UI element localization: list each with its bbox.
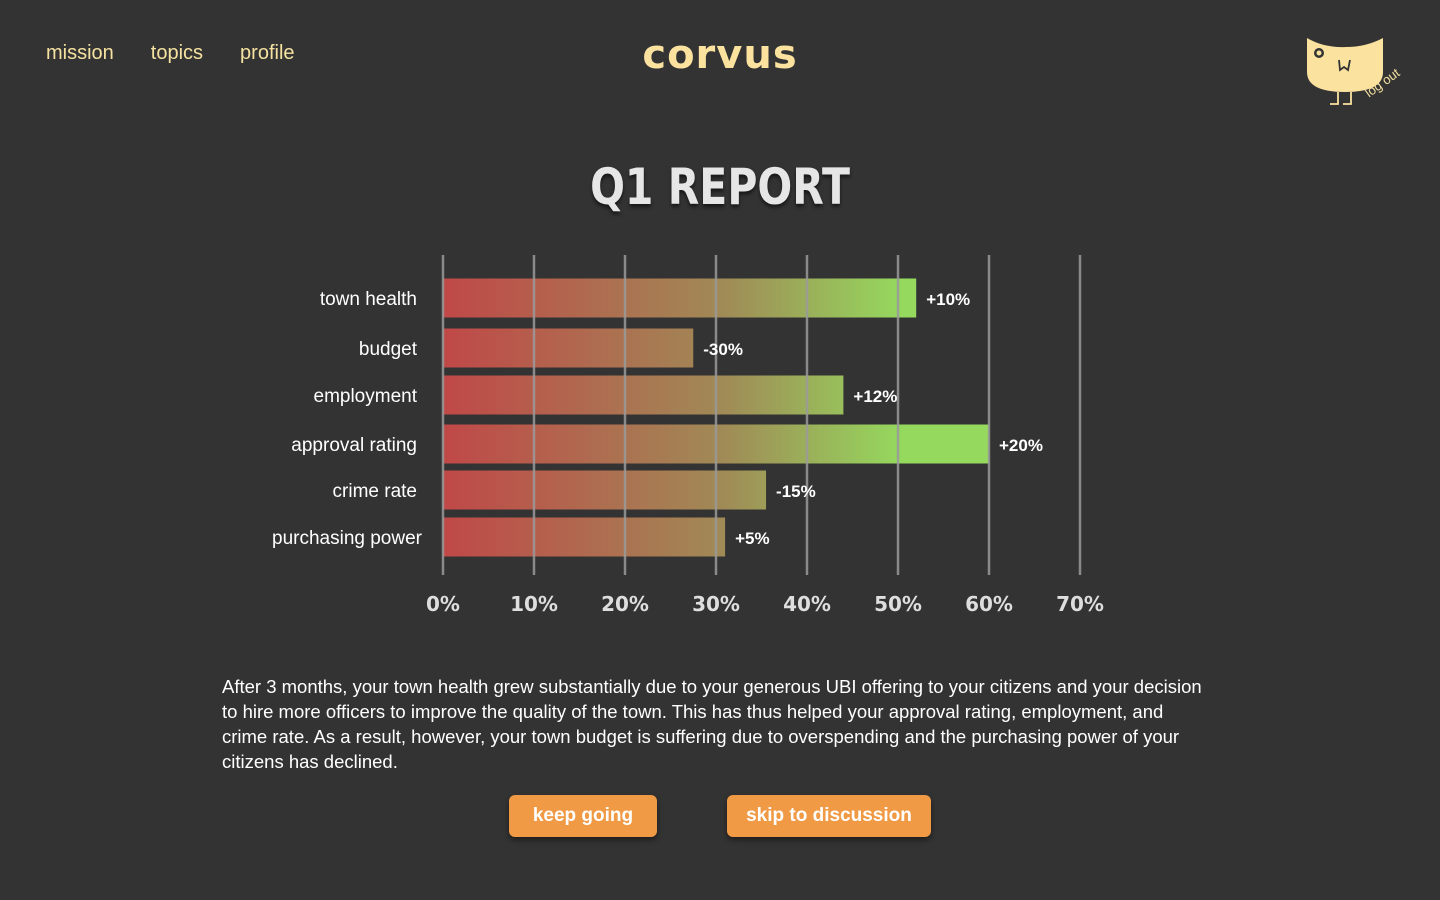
skip-to-discussion-button[interactable]: skip to discussion xyxy=(727,795,931,837)
data-label: +12% xyxy=(853,387,897,406)
data-label: -15% xyxy=(776,482,816,501)
category-label: employment xyxy=(314,386,418,407)
data-label: -30% xyxy=(703,340,743,359)
category-label: town health xyxy=(320,289,417,310)
bar xyxy=(443,470,767,510)
keep-going-button[interactable]: keep going xyxy=(509,795,657,837)
crow-mascot-icon[interactable] xyxy=(1300,34,1420,124)
x-tick-label: 0% xyxy=(426,592,460,616)
x-tick-label: 20% xyxy=(601,592,649,616)
bar xyxy=(443,328,694,368)
brand-logo[interactable]: corvus xyxy=(0,32,1440,78)
bar xyxy=(443,517,726,557)
category-label: crime rate xyxy=(333,481,417,502)
x-tick-label: 70% xyxy=(1056,592,1104,616)
x-tick-label: 40% xyxy=(783,592,831,616)
data-label: +20% xyxy=(999,436,1043,455)
x-tick-label: 60% xyxy=(965,592,1013,616)
data-label: +5% xyxy=(735,529,770,548)
category-label: budget xyxy=(359,339,418,360)
bar xyxy=(443,375,844,415)
category-label: approval rating xyxy=(291,435,417,456)
x-tick-label: 30% xyxy=(692,592,740,616)
category-label: purchasing power xyxy=(272,528,423,549)
report-bar-chart: 0% 10% 20% 30% 40% 50% 60% 70% town health +10% bu… xyxy=(272,255,1104,616)
x-tick-label: 10% xyxy=(510,592,558,616)
report-summary: After 3 months, your town health grew su… xyxy=(222,675,1202,772)
chart-title: Q1 REPORT xyxy=(590,158,850,216)
x-tick-label: 50% xyxy=(874,592,922,616)
bar xyxy=(443,278,917,318)
data-label: +10% xyxy=(926,290,970,309)
